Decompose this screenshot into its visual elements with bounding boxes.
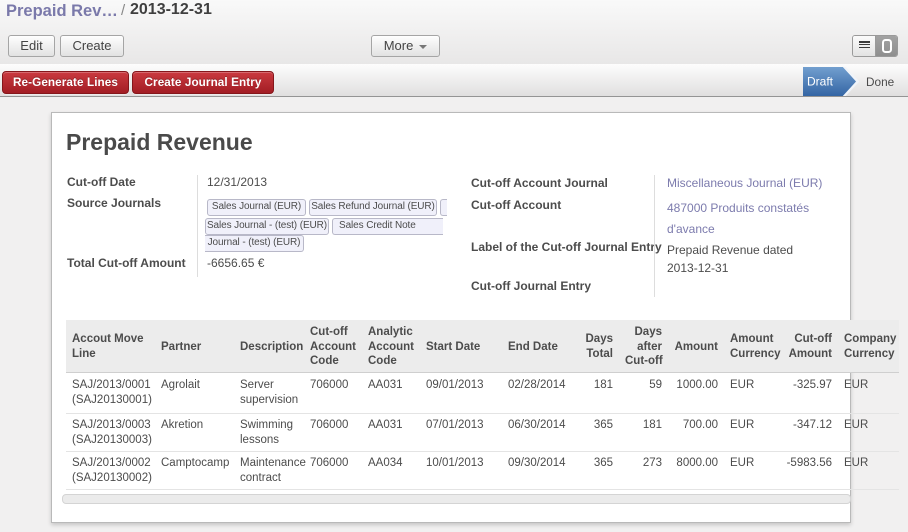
svg-text:Draft: Draft bbox=[807, 75, 834, 89]
